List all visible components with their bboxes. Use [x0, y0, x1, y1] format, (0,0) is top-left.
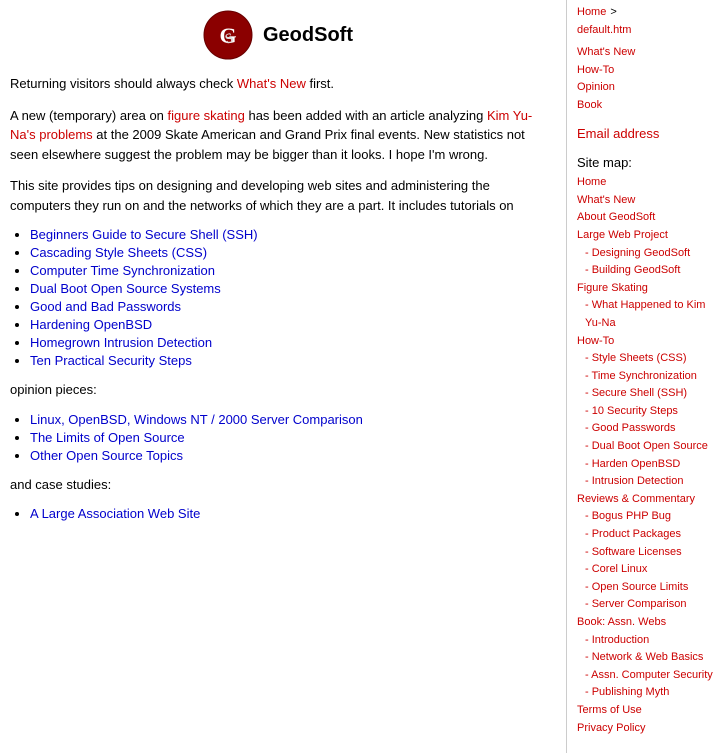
- page-title: GeodSoft: [263, 24, 353, 47]
- sitemap-item[interactable]: About GeodSoft: [577, 209, 717, 227]
- sitemap-section: Site map: HomeWhat's NewAbout GeodSoftLa…: [577, 155, 717, 737]
- tutorial-link[interactable]: Homegrown Intrusion Detection: [30, 335, 212, 350]
- sitemap-item[interactable]: - Assn. Computer Security: [577, 667, 717, 685]
- sitemap-item[interactable]: Terms of Use: [577, 702, 717, 720]
- tutorial-link[interactable]: Hardening OpenBSD: [30, 317, 152, 332]
- tutorial-link[interactable]: Beginners Guide to Secure Shell (SSH): [30, 227, 258, 242]
- sidebar-nav-link[interactable]: What's New: [577, 44, 717, 62]
- sitemap-item[interactable]: - What Happened to Kim Yu-Na: [577, 297, 717, 332]
- sitemap-item[interactable]: - Publishing Myth: [577, 684, 717, 702]
- opinion-label: opinion pieces:: [10, 380, 546, 400]
- logo: G S: [203, 10, 253, 60]
- sidebar-nav-link[interactable]: Book: [577, 97, 717, 115]
- intro-para3: This site provides tips on designing and…: [10, 176, 546, 215]
- list-item: Homegrown Intrusion Detection: [30, 335, 546, 350]
- sidebar-nav-section: What's NewHow-ToOpinionBook: [577, 44, 717, 114]
- figure-skating-link[interactable]: figure skating: [168, 108, 245, 123]
- list-item: A Large Association Web Site: [30, 506, 546, 521]
- sitemap-item[interactable]: - Product Packages: [577, 526, 717, 544]
- email-section: Email address: [577, 124, 717, 145]
- sitemap-item[interactable]: Home: [577, 174, 717, 192]
- sitemap-item[interactable]: - 10 Security Steps: [577, 403, 717, 421]
- list-item: Beginners Guide to Secure Shell (SSH): [30, 227, 546, 242]
- list-item: Cascading Style Sheets (CSS): [30, 245, 546, 260]
- main-content: G S GeodSoft Returning visitors should a…: [0, 0, 567, 753]
- tutorial-link[interactable]: Dual Boot Open Source Systems: [30, 281, 221, 296]
- sitemap-item[interactable]: - Server Comparison: [577, 596, 717, 614]
- page-header: G S GeodSoft: [10, 10, 546, 60]
- sitemap-item[interactable]: How-To: [577, 333, 717, 351]
- sitemap-item[interactable]: - Network & Web Basics: [577, 649, 717, 667]
- list-item: Computer Time Synchronization: [30, 263, 546, 278]
- sitemap-heading: Site map:: [577, 155, 717, 170]
- case-studies-label: and case studies:: [10, 475, 546, 495]
- breadcrumb: Home >: [577, 6, 717, 18]
- sidebar-nav-link[interactable]: How-To: [577, 62, 717, 80]
- list-item: Linux, OpenBSD, Windows NT / 2000 Server…: [30, 412, 546, 427]
- list-item: Hardening OpenBSD: [30, 317, 546, 332]
- sitemap-item[interactable]: - Harden OpenBSD: [577, 456, 717, 474]
- sitemap-item[interactable]: - Dual Boot Open Source: [577, 438, 717, 456]
- opinion-link[interactable]: Other Open Source Topics: [30, 448, 183, 463]
- tutorial-link[interactable]: Ten Practical Security Steps: [30, 353, 192, 368]
- breadcrumb-home[interactable]: Home: [577, 6, 606, 18]
- sitemap-item[interactable]: - Time Synchronization: [577, 368, 717, 386]
- sitemap-item[interactable]: Figure Skating: [577, 280, 717, 298]
- list-item: The Limits of Open Source: [30, 430, 546, 445]
- sitemap-item[interactable]: - Open Source Limits: [577, 579, 717, 597]
- sitemap-item[interactable]: - Building GeodSoft: [577, 262, 717, 280]
- whats-new-link[interactable]: What's New: [237, 76, 306, 91]
- tutorial-link[interactable]: Good and Bad Passwords: [30, 299, 181, 314]
- opinion-link[interactable]: Linux, OpenBSD, Windows NT / 2000 Server…: [30, 412, 363, 427]
- sitemap-item[interactable]: - Bogus PHP Bug: [577, 508, 717, 526]
- sitemap-item[interactable]: Privacy Policy: [577, 720, 717, 738]
- tutorial-link[interactable]: Computer Time Synchronization: [30, 263, 215, 278]
- tutorials-list: Beginners Guide to Secure Shell (SSH) Cas…: [30, 227, 546, 368]
- opinions-list: Linux, OpenBSD, Windows NT / 2000 Server…: [30, 412, 546, 463]
- breadcrumb-current[interactable]: default.htm: [577, 24, 631, 36]
- sitemap-item[interactable]: Reviews & Commentary: [577, 491, 717, 509]
- sitemap-item[interactable]: - Secure Shell (SSH): [577, 385, 717, 403]
- sitemap-item[interactable]: - Intrusion Detection: [577, 473, 717, 491]
- sidebar: Home > default.htm What's NewHow-ToOpini…: [567, 0, 727, 753]
- list-item: Good and Bad Passwords: [30, 299, 546, 314]
- opinion-link[interactable]: The Limits of Open Source: [30, 430, 185, 445]
- sitemap-item[interactable]: - Introduction: [577, 632, 717, 650]
- list-item: Other Open Source Topics: [30, 448, 546, 463]
- case-studies-list: A Large Association Web Site: [30, 506, 546, 521]
- list-item: Dual Boot Open Source Systems: [30, 281, 546, 296]
- sitemap-item[interactable]: - Corel Linux: [577, 561, 717, 579]
- tutorial-link[interactable]: Cascading Style Sheets (CSS): [30, 245, 207, 260]
- sitemap-item[interactable]: - Software Licenses: [577, 544, 717, 562]
- sidebar-nav-link[interactable]: Opinion: [577, 79, 717, 97]
- breadcrumb-separator: >: [610, 6, 616, 18]
- sitemap-item[interactable]: - Style Sheets (CSS): [577, 350, 717, 368]
- sitemap-item[interactable]: What's New: [577, 192, 717, 210]
- sitemap-item[interactable]: - Good Passwords: [577, 420, 717, 438]
- case-study-link[interactable]: A Large Association Web Site: [30, 506, 200, 521]
- list-item: Ten Practical Security Steps: [30, 353, 546, 368]
- sitemap-item[interactable]: Large Web Project: [577, 227, 717, 245]
- email-address-link[interactable]: Email address: [577, 124, 717, 145]
- sitemap-item[interactable]: Book: Assn. Webs: [577, 614, 717, 632]
- intro-para1: Returning visitors should always check W…: [10, 74, 546, 94]
- intro-para2: A new (temporary) area on figure skating…: [10, 106, 546, 165]
- sitemap-item[interactable]: - Designing GeodSoft: [577, 245, 717, 263]
